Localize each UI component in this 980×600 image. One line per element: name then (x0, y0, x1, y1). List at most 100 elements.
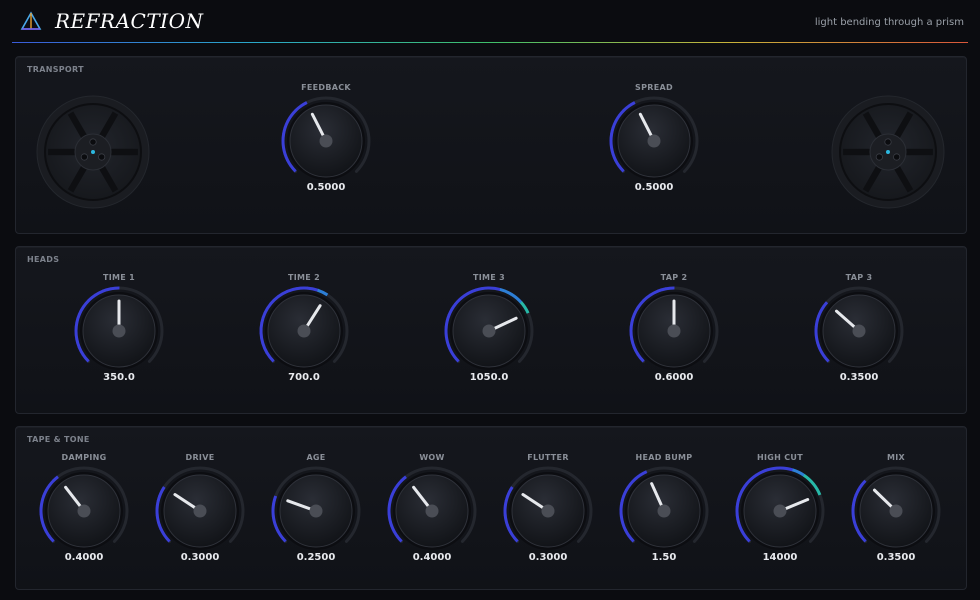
knob-value-arc (388, 519, 394, 527)
knob-value-arc (159, 528, 165, 535)
knob-dial-damping[interactable] (34, 463, 134, 551)
knob-value-arc (110, 286, 120, 291)
knob-value-arc (39, 513, 44, 521)
knob-hub (889, 504, 903, 518)
knob-value-arc (610, 126, 615, 135)
knob-dial-wow[interactable] (382, 463, 482, 551)
knob-tap-3[interactable]: TAP 3 0.3500 (809, 273, 909, 393)
knob-label-age: AGE (306, 453, 326, 462)
knob-dial-tap-2[interactable] (624, 283, 724, 371)
knob-label-high-cut: HIGH CUT (757, 453, 803, 462)
knob-value-arc (81, 299, 90, 308)
panel-title-heads: HEADS (27, 255, 60, 264)
knob-value-arc (47, 479, 55, 487)
knob-value-arc (283, 120, 290, 129)
knob-value-arc (156, 495, 162, 502)
knob-dial-mix[interactable] (846, 463, 946, 551)
knob-value-tap-2: 0.6000 (654, 372, 694, 383)
knob-dial-time-1[interactable] (69, 283, 169, 371)
knob-dial-head-bump[interactable] (614, 463, 714, 551)
knob-value-arc (387, 513, 392, 521)
heads-panel: HEADS TIME 1 350.0 TIME 2 700.0 TIME 3 1050.0… (15, 246, 967, 414)
knob-value-arc (814, 320, 819, 328)
knob-flutter[interactable]: FLUTTER 0.3000 (498, 453, 598, 573)
knob-value-arc (281, 147, 287, 155)
knob-value-arc (261, 342, 269, 354)
knob-wow[interactable]: WOW 0.4000 (382, 453, 482, 573)
app-title: REFRACTION (55, 9, 204, 33)
knob-value-flutter: 0.3000 (528, 552, 568, 563)
knob-dial-spread[interactable] (604, 93, 704, 181)
knob-value-arc (619, 516, 625, 525)
knob-value-arc (259, 332, 265, 345)
knob-dial-age[interactable] (266, 463, 366, 551)
knob-value-arc (627, 534, 635, 543)
knob-value-arc (157, 524, 163, 531)
right-tape-reel-icon (831, 95, 945, 209)
knob-value-arc (445, 338, 453, 353)
knob-label-drive: DRIVE (185, 453, 215, 462)
knob-label-head-bump: HEAD BUMP (635, 453, 693, 462)
knob-value-arc (40, 519, 46, 527)
knob-head-bump[interactable]: HEAD BUMP 1.50 (614, 453, 714, 573)
knob-hub (112, 324, 126, 338)
knob-time-2[interactable]: TIME 2 700.0 (254, 273, 354, 393)
knob-value-time-2: 700.0 (288, 372, 320, 383)
knob-value-arc (817, 310, 823, 317)
knob-high-cut[interactable]: HIGH CUT 14000 (730, 453, 830, 573)
knob-value-time-3: 1050.0 (469, 372, 509, 383)
knob-value-arc (94, 289, 104, 297)
knob-label-time-1: TIME 1 (102, 273, 135, 282)
knob-value-arc (281, 537, 287, 543)
knob-value-arc (504, 519, 509, 526)
knob-value-arc (507, 528, 513, 535)
knob-hub (309, 504, 323, 518)
knob-dial-flutter[interactable] (498, 463, 598, 551)
knob-value-arc (44, 484, 51, 492)
knob-feedback[interactable]: FEEDBACK 0.5000 (276, 83, 376, 203)
knob-value-arc (857, 484, 863, 491)
knob-drive[interactable]: DRIVE 0.3000 (150, 453, 250, 573)
knob-value-arc (474, 286, 489, 292)
knob-dial-high-cut[interactable] (730, 463, 830, 551)
knob-value-mix: 0.3500 (876, 552, 916, 563)
knob-dial-drive[interactable] (150, 463, 250, 551)
knob-time-1[interactable]: TIME 1 350.0 (69, 273, 169, 393)
knob-value-arc (505, 524, 511, 531)
knob-value-arc (503, 499, 508, 506)
knob-value-tap-3: 0.3500 (839, 372, 879, 383)
knob-value-arc (307, 286, 319, 292)
knob-value-spread: 0.5000 (634, 182, 674, 193)
knob-value-drive: 0.3000 (180, 552, 220, 563)
knob-value-feedback: 0.5000 (306, 182, 346, 193)
knob-value-arc (736, 518, 744, 532)
knob-hub (425, 504, 439, 518)
knob-value-arc (463, 288, 477, 298)
knob-label-time-2: TIME 2 (287, 273, 320, 282)
knob-hub (773, 504, 787, 518)
knob-value-arc (814, 331, 819, 338)
knob-value-arc (617, 109, 625, 117)
knob-dial-feedback[interactable] (276, 93, 376, 181)
knob-value-arc (860, 535, 867, 543)
knob-value-arc (281, 140, 286, 148)
knob-value-arc (792, 468, 806, 477)
knob-value-arc (155, 514, 160, 521)
knob-value-arc (48, 535, 55, 543)
knob-damping[interactable]: DAMPING 0.4000 (34, 453, 134, 573)
knob-dial-time-2[interactable] (254, 283, 354, 371)
knob-value-arc (296, 286, 308, 291)
knob-age[interactable]: AGE 0.2500 (266, 453, 366, 573)
knob-time-3[interactable]: TIME 3 1050.0 (439, 273, 539, 393)
knob-mix[interactable]: MIX 0.3500 (846, 453, 946, 573)
knob-value-arc (286, 114, 293, 123)
knob-tap-2[interactable]: TAP 2 0.6000 (624, 273, 724, 393)
knob-value-arc (392, 484, 399, 492)
knob-value-arc (622, 489, 628, 498)
knob-dial-time-3[interactable] (439, 283, 539, 371)
knob-dial-tap-3[interactable] (809, 283, 909, 371)
knob-label-wow: WOW (419, 453, 445, 462)
knob-spread[interactable]: SPREAD 0.5000 (604, 83, 704, 203)
knob-value-arc (282, 126, 287, 135)
knob-value-arc (851, 499, 856, 506)
